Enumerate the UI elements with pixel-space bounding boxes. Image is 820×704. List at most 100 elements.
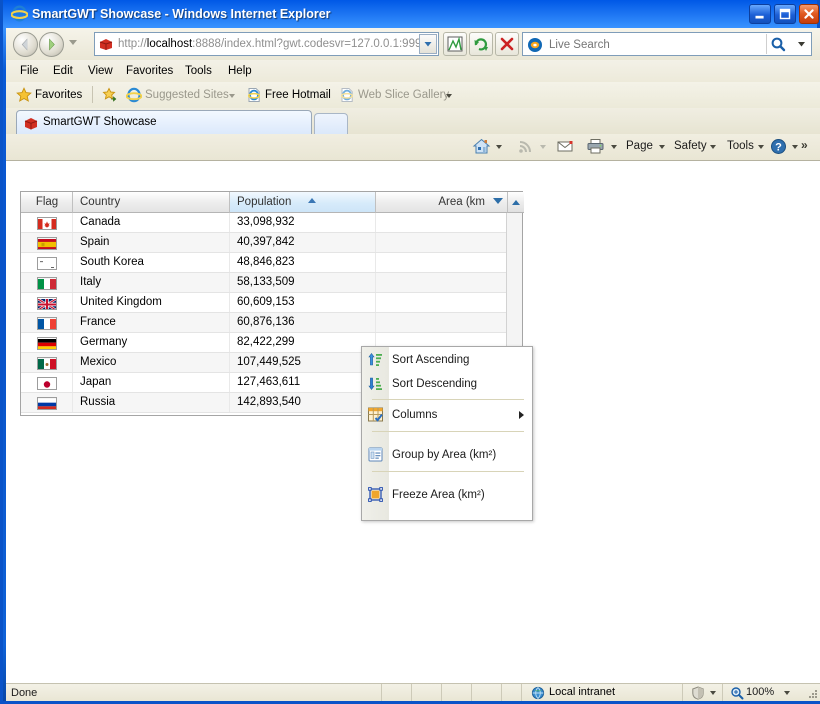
safety-dropdown-icon[interactable] xyxy=(710,145,716,149)
table-row[interactable]: South Korea 48,846,823 xyxy=(21,253,508,273)
ie-icon xyxy=(125,87,143,103)
search-go-button[interactable] xyxy=(766,34,791,54)
column-header-country[interactable]: Country xyxy=(73,192,230,213)
column-header-country-label: Country xyxy=(80,196,121,208)
chevron-down-icon[interactable] xyxy=(229,94,235,98)
cell-country: Italy xyxy=(73,273,230,292)
column-menu-button-icon[interactable] xyxy=(493,198,503,204)
menu-bar: File Edit View Favorites Tools Help xyxy=(6,60,820,83)
address-dropdown-button[interactable] xyxy=(419,34,437,54)
search-box[interactable] xyxy=(522,32,812,57)
menu-item-sort-descending[interactable]: Sort Descending xyxy=(362,372,532,396)
command-bar-overflow-button[interactable]: » xyxy=(801,138,808,152)
help-dropdown-icon[interactable] xyxy=(792,145,798,149)
menu-file[interactable]: File xyxy=(14,63,45,79)
page-content: Flag Country Population Area (km Canada … xyxy=(6,161,820,684)
status-text: Done xyxy=(11,687,38,699)
stop-button[interactable] xyxy=(495,32,519,56)
cell-flag xyxy=(21,333,73,352)
printer-icon[interactable] xyxy=(586,137,605,156)
web-slice-gallery-label: Web Slice Gallery xyxy=(358,89,450,101)
cell-area xyxy=(376,273,508,292)
menu-item-columns[interactable]: Columns xyxy=(362,403,532,427)
chevron-down-icon[interactable] xyxy=(446,94,452,98)
tools-menu-button[interactable]: Tools xyxy=(727,137,754,156)
column-header-area[interactable]: Area (km xyxy=(376,192,508,213)
print-dropdown-icon[interactable] xyxy=(611,145,617,149)
tab-smartgwt-showcase[interactable]: SmartGWT Showcase xyxy=(16,110,312,134)
recent-pages-dropdown-icon[interactable] xyxy=(69,40,77,45)
russia-flag-icon xyxy=(37,397,57,410)
compatibility-view-button[interactable] xyxy=(443,32,467,56)
menu-tools[interactable]: Tools xyxy=(179,63,218,79)
table-row[interactable]: Canada 33,098,932 xyxy=(21,213,508,233)
menu-help[interactable]: Help xyxy=(222,63,258,79)
cell-population: 33,098,932 xyxy=(230,213,376,232)
sort-descending-icon xyxy=(367,375,384,392)
add-to-favorites-bar-button[interactable] xyxy=(102,86,120,104)
protected-mode-dropdown-icon[interactable] xyxy=(710,691,716,695)
cell-country: Japan xyxy=(73,373,230,392)
freeze-icon xyxy=(367,486,384,503)
page-menu-button[interactable]: Page xyxy=(626,137,653,156)
search-provider-dropdown-icon[interactable] xyxy=(794,34,810,54)
zoom-level-label[interactable]: 100% xyxy=(746,686,774,699)
menu-item-sort-ascending[interactable]: Sort Ascending xyxy=(362,348,532,372)
rss-icon[interactable] xyxy=(516,137,535,156)
address-input[interactable]: http://localhost:8888/index.html?gwt.cod… xyxy=(94,32,439,56)
japan-flag-icon xyxy=(37,377,57,390)
minimize-button[interactable] xyxy=(749,4,771,24)
back-button[interactable] xyxy=(13,32,38,57)
column-header-flag[interactable]: Flag xyxy=(21,192,73,213)
zoom-dropdown-icon[interactable] xyxy=(784,691,790,695)
menu-favorites[interactable]: Favorites xyxy=(120,63,179,79)
status-separator xyxy=(501,684,502,701)
table-row[interactable]: United Kingdom 60,609,153 xyxy=(21,293,508,313)
forward-button[interactable] xyxy=(39,32,64,57)
sort-ascending-icon xyxy=(367,351,384,368)
refresh-button[interactable] xyxy=(469,32,493,56)
shield-icon[interactable] xyxy=(690,686,706,700)
tools-dropdown-icon[interactable] xyxy=(758,145,764,149)
safety-menu-button[interactable]: Safety xyxy=(674,137,707,156)
search-input[interactable] xyxy=(547,33,781,57)
column-context-menu: Sort Ascending Sort Descending Columns G… xyxy=(361,346,533,521)
cell-area xyxy=(376,313,508,332)
table-row[interactable]: Spain 40,397,842 xyxy=(21,233,508,253)
home-icon[interactable] xyxy=(472,137,491,156)
status-separator xyxy=(411,684,412,701)
menu-item-group-by[interactable]: Group by Area (km²) xyxy=(362,443,532,467)
globe-icon xyxy=(531,686,545,700)
cell-population: 82,422,299 xyxy=(230,333,376,352)
ie-page-icon xyxy=(339,87,355,103)
table-row[interactable]: Italy 58,133,509 xyxy=(21,273,508,293)
page-dropdown-icon[interactable] xyxy=(659,145,665,149)
star-icon xyxy=(16,87,32,103)
new-tab-button[interactable] xyxy=(314,113,348,134)
table-row[interactable]: France 60,876,136 xyxy=(21,313,508,333)
help-icon[interactable]: ? xyxy=(769,137,788,156)
free-hotmail-label: Free Hotmail xyxy=(265,89,331,101)
cell-flag xyxy=(21,313,73,332)
mail-icon[interactable] xyxy=(556,137,575,156)
grid-header-corner[interactable] xyxy=(508,192,524,213)
address-toolbar: http://localhost:8888/index.html?gwt.cod… xyxy=(6,28,820,60)
cell-flag xyxy=(21,273,73,292)
submenu-arrow-icon xyxy=(519,411,524,419)
maximize-button[interactable] xyxy=(774,4,796,24)
scroll-up-icon[interactable] xyxy=(512,200,520,205)
favorites-bar: Favorites Suggested Sites Free Hotmail W… xyxy=(6,82,820,109)
status-separator xyxy=(381,684,382,701)
cell-population: 40,397,842 xyxy=(230,233,376,252)
menu-item-freeze[interactable]: Freeze Area (km²) xyxy=(362,483,532,507)
menu-edit[interactable]: Edit xyxy=(47,63,79,79)
resize-grip[interactable] xyxy=(806,688,818,700)
menu-view[interactable]: View xyxy=(82,63,119,79)
favorites-button-label: Favorites xyxy=(35,89,83,101)
column-header-population[interactable]: Population xyxy=(230,192,376,213)
close-button[interactable] xyxy=(799,4,819,24)
cell-area xyxy=(376,233,508,252)
cell-country: France xyxy=(73,313,230,332)
home-dropdown-icon[interactable] xyxy=(496,145,502,149)
feeds-dropdown-icon[interactable] xyxy=(540,145,546,149)
